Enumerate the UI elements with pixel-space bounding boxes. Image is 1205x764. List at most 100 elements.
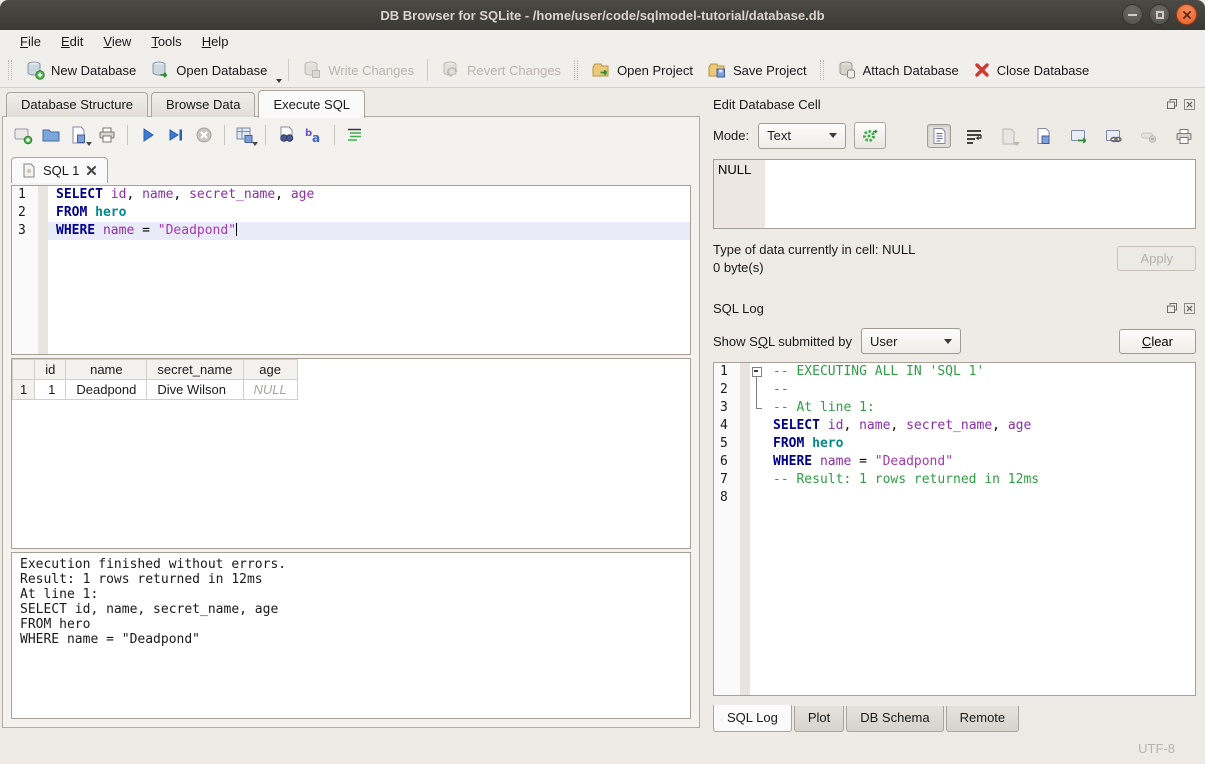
open-database-button[interactable]: Open Database [143,56,274,84]
code-line: 5FROM hero [714,435,1195,453]
maximize-icon [1156,11,1164,19]
maximize-button[interactable] [1149,4,1170,25]
menu-file[interactable]: File [10,32,51,51]
close-panel-button[interactable] [1183,302,1196,315]
minimize-button[interactable] [1122,4,1143,25]
text-mode-button[interactable] [927,124,951,148]
close-button[interactable] [1176,4,1197,25]
stop-button [190,122,218,148]
find-button[interactable] [272,122,300,148]
toolbar-drag-handle[interactable] [574,60,578,80]
fold-collapse-icon[interactable] [750,363,765,381]
execute-line-button[interactable] [162,122,190,148]
sql-file-icon [22,163,36,178]
open-database-dropdown-icon[interactable] [276,79,282,83]
column-header-id[interactable]: id [35,360,66,380]
tab-execute-sql[interactable]: Execute SQL [258,90,365,118]
code-line: 6WHERE name = "Deadpond" [714,453,1195,471]
column-header-secret-name[interactable]: secret_name [147,360,243,380]
menu-bar: File Edit View Tools Help [0,30,1205,53]
menu-edit[interactable]: Edit [51,32,93,51]
cell-secret-name[interactable]: Dive Wilson [147,380,243,400]
dock-tab-bar: SQL Log Plot DB Schema Remote [713,706,1196,732]
open-sql-file-button[interactable] [37,122,65,148]
cell-value-editor[interactable]: NULL [713,159,1196,229]
tab-sql-log[interactable]: SQL Log [713,705,792,732]
cell-id[interactable]: 1 [35,380,66,400]
open-project-button[interactable]: Open Project [584,56,700,84]
menu-help[interactable]: Help [192,32,239,51]
execute-all-button[interactable] [134,122,162,148]
clear-log-button[interactable]: Clear [1119,329,1196,354]
toolbar-separator [127,125,128,145]
word-wrap-button[interactable] [962,124,986,148]
column-header-name[interactable]: name [66,360,147,380]
fold-margin [750,471,765,489]
tab-browse-data[interactable]: Browse Data [151,92,255,117]
close-database-button[interactable]: Close Database [966,57,1097,83]
print-button[interactable] [93,122,121,148]
save-project-button[interactable]: Save Project [700,56,814,84]
mode-select[interactable]: Text [758,123,846,149]
column-header-age[interactable]: age [243,360,297,380]
sql-editor[interactable]: 1SELECT id, name, secret_name, age2FROM … [11,185,691,355]
save-dropdown-icon [86,142,92,146]
sql-1-tab[interactable]: SQL 1 [11,157,108,183]
toolbar-separator [224,125,225,145]
external-window-icon [1070,127,1088,145]
tab-database-structure[interactable]: Database Structure [6,92,148,117]
export-dropdown-icon [252,142,258,146]
tab-remote[interactable]: Remote [946,706,1020,732]
toolbar-drag-handle[interactable] [8,60,12,80]
cell-mode-row: Mode: Text [713,122,1196,149]
code-line: 3-- At line 1: [714,399,1195,417]
export-data-button[interactable] [1032,124,1056,148]
attach-database-button[interactable]: Attach Database [830,56,966,84]
new-database-button[interactable]: New Database [18,56,143,84]
tab-plot[interactable]: Plot [794,706,844,732]
format-sql-button[interactable] [341,122,369,148]
print-icon [97,125,117,145]
auto-complete-button[interactable]: b a [300,122,328,148]
menu-view[interactable]: View [93,32,141,51]
cell-name[interactable]: Deadpond [66,380,147,400]
toolbar-drag-handle[interactable] [820,60,824,80]
revert-changes-button: Revert Changes [434,56,568,84]
edit-cell-panel-header: Edit Database Cell [713,94,1196,114]
cell-type-info: Type of data currently in cell: NULL [713,242,1117,257]
open-external-button[interactable] [1067,124,1091,148]
fold-margin [750,381,765,399]
row-header[interactable]: 1 [13,380,35,400]
chevron-down-icon [944,339,952,344]
cell-info-row: Type of data currently in cell: NULL 0 b… [713,239,1196,278]
find-icon [276,125,296,145]
cell-info: Type of data currently in cell: NULL 0 b… [713,239,1117,278]
cell-age[interactable]: NULL [243,380,297,400]
word-wrap-icon [965,127,983,145]
code-line: 3WHERE name = "Deadpond" [12,222,690,240]
new-sql-tab-button[interactable] [9,122,37,148]
copy-link-button[interactable] [1102,124,1126,148]
execution-message[interactable]: Execution finished without errors. Resul… [11,552,691,719]
filter-label: Show SQL submitted by [713,334,852,349]
fold-margin [750,417,765,435]
title-bar: DB Browser for SQLite - /home/user/code/… [0,0,1205,30]
tab-db-schema[interactable]: DB Schema [846,706,943,732]
corner-header[interactable] [13,360,35,380]
export-results-button[interactable] [231,122,259,148]
results-grid[interactable]: id name secret_name age 1 1 Deadpond Div… [11,358,691,549]
close-tab-icon[interactable] [86,165,97,176]
sql-log-view[interactable]: 1-- EXECUTING ALL IN 'SQL 1'2--3-- At li… [713,362,1196,696]
chevron-down-icon [829,133,837,138]
close-panel-button[interactable] [1183,98,1196,111]
auto-mode-button[interactable] [854,122,886,149]
mode-value: Text [767,128,791,143]
float-panel-button[interactable] [1165,302,1178,315]
float-panel-button[interactable] [1165,98,1178,111]
menu-tools[interactable]: Tools [141,32,191,51]
print-cell-button[interactable] [1172,124,1196,148]
submitter-select[interactable]: User [861,328,961,354]
save-sql-file-button[interactable] [65,122,93,148]
cell-editor-toolbar [927,124,1196,148]
float-icon [1166,302,1178,314]
